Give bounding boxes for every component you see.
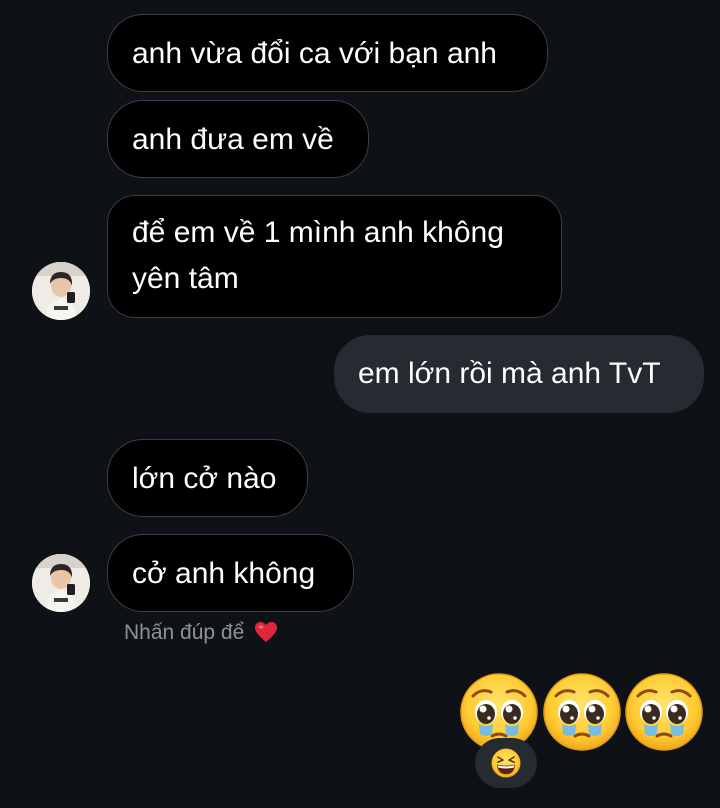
message-text: cở anh không xyxy=(132,557,316,590)
message-text: lớn cở nào xyxy=(132,462,277,495)
pleading-face-icon xyxy=(624,672,704,752)
pleading-face-icon xyxy=(542,672,622,752)
double-tap-hint-text: Nhấn đúp để xyxy=(124,621,245,644)
message-text: để em về 1 mình anh không yên tâm xyxy=(132,216,504,295)
grinning-squinting-face-icon xyxy=(491,748,521,778)
message-bubble-incoming[interactable]: cở anh không xyxy=(107,534,354,612)
heart-icon xyxy=(254,621,278,643)
message-bubble-outgoing[interactable]: em lớn rồi mà anh TvT xyxy=(334,335,704,413)
message-bubble-incoming[interactable]: anh vừa đổi ca với bạn anh xyxy=(107,14,548,92)
sender-avatar[interactable] xyxy=(32,262,90,320)
avatar-image xyxy=(32,554,90,612)
sender-avatar[interactable] xyxy=(32,554,90,612)
message-text: em lớn rồi mà anh TvT xyxy=(358,357,661,390)
message-bubble-incoming[interactable]: anh đưa em về xyxy=(107,100,369,178)
message-text: anh vừa đổi ca với bạn anh xyxy=(132,37,497,70)
double-tap-hint: Nhấn đúp để xyxy=(124,621,278,645)
message-reaction[interactable] xyxy=(475,738,537,788)
message-text: anh đưa em về xyxy=(132,123,334,156)
message-bubble-incoming[interactable]: để em về 1 mình anh không yên tâm xyxy=(107,195,562,318)
avatar-image xyxy=(32,262,90,320)
message-bubble-incoming[interactable]: lớn cở nào xyxy=(107,439,308,517)
